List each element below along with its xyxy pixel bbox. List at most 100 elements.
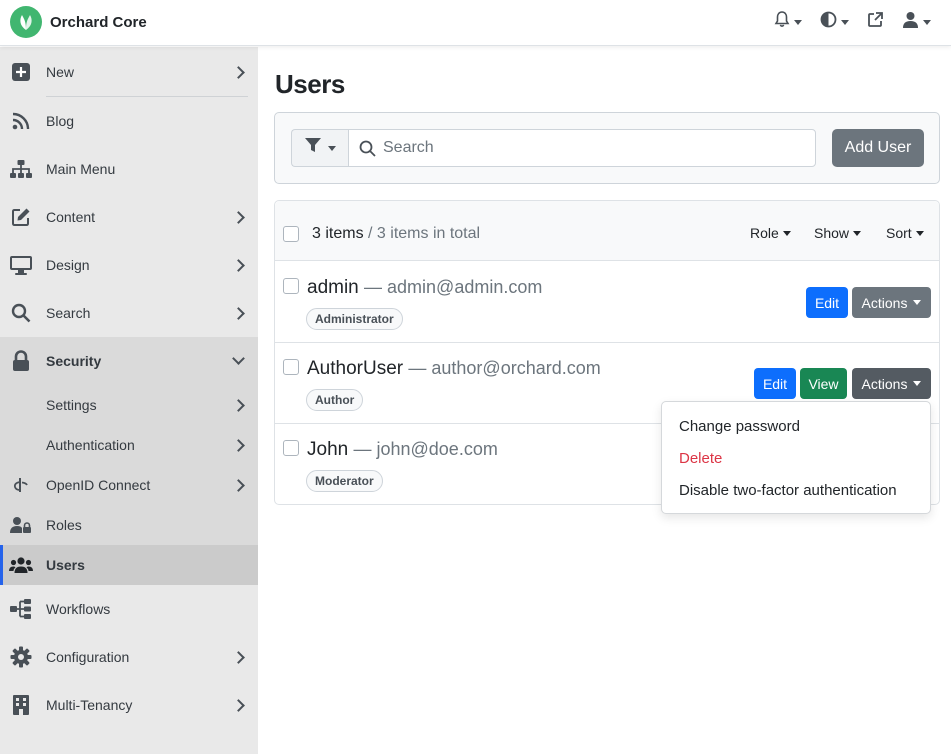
sidebar-item-users[interactable]: Users (0, 545, 258, 585)
actions-label: Actions (861, 294, 908, 311)
sidebar-item-label: New (46, 64, 75, 80)
actions-button[interactable]: Actions (852, 368, 931, 399)
sidebar-item-label: Content (46, 209, 96, 225)
row-checkbox[interactable] (283, 278, 299, 294)
role-filter-dropdown[interactable]: Role (750, 225, 791, 241)
actions-dropdown-menu: Change password Delete Disable two-facto… (661, 401, 931, 514)
sidebar-item-label: Design (46, 257, 90, 273)
sidebar-item-label: Authentication (46, 437, 135, 453)
openid-icon (9, 473, 33, 497)
sidebar-item-search[interactable]: Search (0, 289, 258, 337)
table-row: admin — admin@admin.com Administrator Ed… (275, 262, 939, 343)
sidebar: New Blog Main Menu Content Design Search… (0, 47, 258, 754)
sidebar-item-main-menu[interactable]: Main Menu (0, 145, 258, 193)
page-title: Users (275, 69, 345, 99)
search-icon (9, 301, 33, 325)
brand-link[interactable]: Orchard Core (10, 6, 147, 38)
role-filter-label: Role (750, 225, 779, 241)
users-icon (9, 553, 33, 577)
chevron-right-icon (232, 478, 245, 492)
actions-button[interactable]: Actions (852, 287, 931, 318)
role-badge: Author (306, 389, 364, 411)
sidebar-item-security[interactable]: Security (0, 337, 258, 385)
user-name: admin — admin@admin.com (307, 277, 542, 299)
search-input[interactable] (383, 139, 783, 157)
delete-menu-item[interactable]: Delete (679, 450, 722, 467)
sidebar-item-content[interactable]: Content (0, 193, 258, 241)
sort-dropdown[interactable]: Sort (886, 225, 924, 241)
user-name: AuthorUser — author@orchard.com (307, 358, 601, 380)
lock-icon (9, 349, 33, 373)
bell-icon (774, 11, 790, 33)
sidebar-item-workflows[interactable]: Workflows (0, 585, 258, 633)
visit-site-link[interactable] (867, 11, 884, 33)
sidebar-item-label: OpenID Connect (46, 477, 151, 493)
chevron-down-icon (915, 230, 924, 236)
sidebar-item-new[interactable]: New (0, 47, 258, 97)
search-filter-card: Add User (274, 112, 940, 184)
sidebar-item-label: Settings (46, 397, 97, 413)
sitemap-icon (9, 157, 33, 181)
row-checkbox[interactable] (283, 440, 299, 456)
external-link-icon (867, 11, 884, 33)
chevron-right-icon (232, 258, 245, 272)
user-name-text: AuthorUser (307, 358, 404, 379)
notifications-dropdown[interactable] (774, 11, 802, 33)
show-filter-dropdown[interactable]: Show (814, 225, 862, 241)
sidebar-item-label: Search (46, 305, 91, 321)
disable-2fa-menu-item[interactable]: Disable two-factor authentication (679, 482, 897, 499)
chevron-right-icon (232, 398, 245, 412)
sidebar-item-openid-connect[interactable]: OpenID Connect (0, 465, 258, 505)
edit-button[interactable]: Edit (754, 368, 796, 399)
chevron-down-icon (232, 352, 245, 365)
filter-dropdown-button[interactable] (291, 129, 349, 167)
sidebar-item-label: Workflows (46, 601, 111, 617)
sidebar-item-multi-tenancy[interactable]: Multi-Tenancy (0, 681, 258, 729)
sidebar-item-settings[interactable]: Settings (0, 385, 258, 425)
role-badge: Moderator (306, 470, 383, 492)
show-filter-label: Show (814, 225, 850, 241)
sidebar-item-configuration[interactable]: Configuration (0, 633, 258, 681)
chevron-right-icon (232, 210, 245, 224)
list-header: 3 items / 3 items in total Role Show Sor… (275, 201, 939, 261)
sidebar-item-label: Multi-Tenancy (46, 697, 133, 713)
sidebar-item-label: Main Menu (46, 161, 116, 177)
view-button[interactable]: View (800, 368, 847, 399)
chevron-down-icon (923, 19, 931, 25)
user-lock-icon (9, 513, 33, 537)
workflow-icon (9, 597, 33, 621)
sidebar-item-roles[interactable]: Roles (0, 505, 258, 545)
change-password-menu-item[interactable]: Change password (679, 418, 800, 435)
sidebar-item-label: Security (46, 353, 102, 369)
user-menu-dropdown[interactable] (902, 11, 931, 33)
add-user-button[interactable]: Add User (832, 129, 924, 167)
sidebar-item-label: Blog (46, 113, 75, 129)
sidebar-item-design[interactable]: Design (0, 241, 258, 289)
select-all-checkbox[interactable] (283, 226, 299, 242)
user-email: — john@doe.com (353, 439, 498, 459)
filter-icon (305, 138, 321, 158)
sidebar-item-blog[interactable]: Blog (0, 97, 258, 145)
chevron-down-icon (328, 145, 336, 151)
edit-button[interactable]: Edit (806, 287, 848, 318)
chevron-down-icon (853, 230, 862, 236)
top-navbar: Orchard Core (0, 0, 951, 46)
orchard-logo-icon (10, 6, 42, 38)
user-name-text: John (307, 439, 349, 460)
sidebar-item-label: Configuration (46, 649, 130, 665)
contrast-icon (820, 11, 837, 33)
user-email: — admin@admin.com (364, 277, 543, 297)
plus-square-icon (9, 60, 33, 84)
theme-toggle-dropdown[interactable] (820, 11, 849, 33)
user-name: John — john@doe.com (307, 439, 498, 461)
chevron-right-icon (232, 438, 245, 452)
chevron-down-icon (794, 19, 802, 25)
items-count: 3 items / 3 items in total (312, 225, 480, 243)
chevron-right-icon (232, 65, 245, 79)
building-icon (9, 693, 33, 717)
row-checkbox[interactable] (283, 359, 299, 375)
chevron-down-icon (913, 381, 922, 386)
sidebar-item-authentication[interactable]: Authentication (0, 425, 258, 465)
chevron-right-icon (232, 306, 245, 320)
search-field[interactable] (348, 129, 816, 167)
